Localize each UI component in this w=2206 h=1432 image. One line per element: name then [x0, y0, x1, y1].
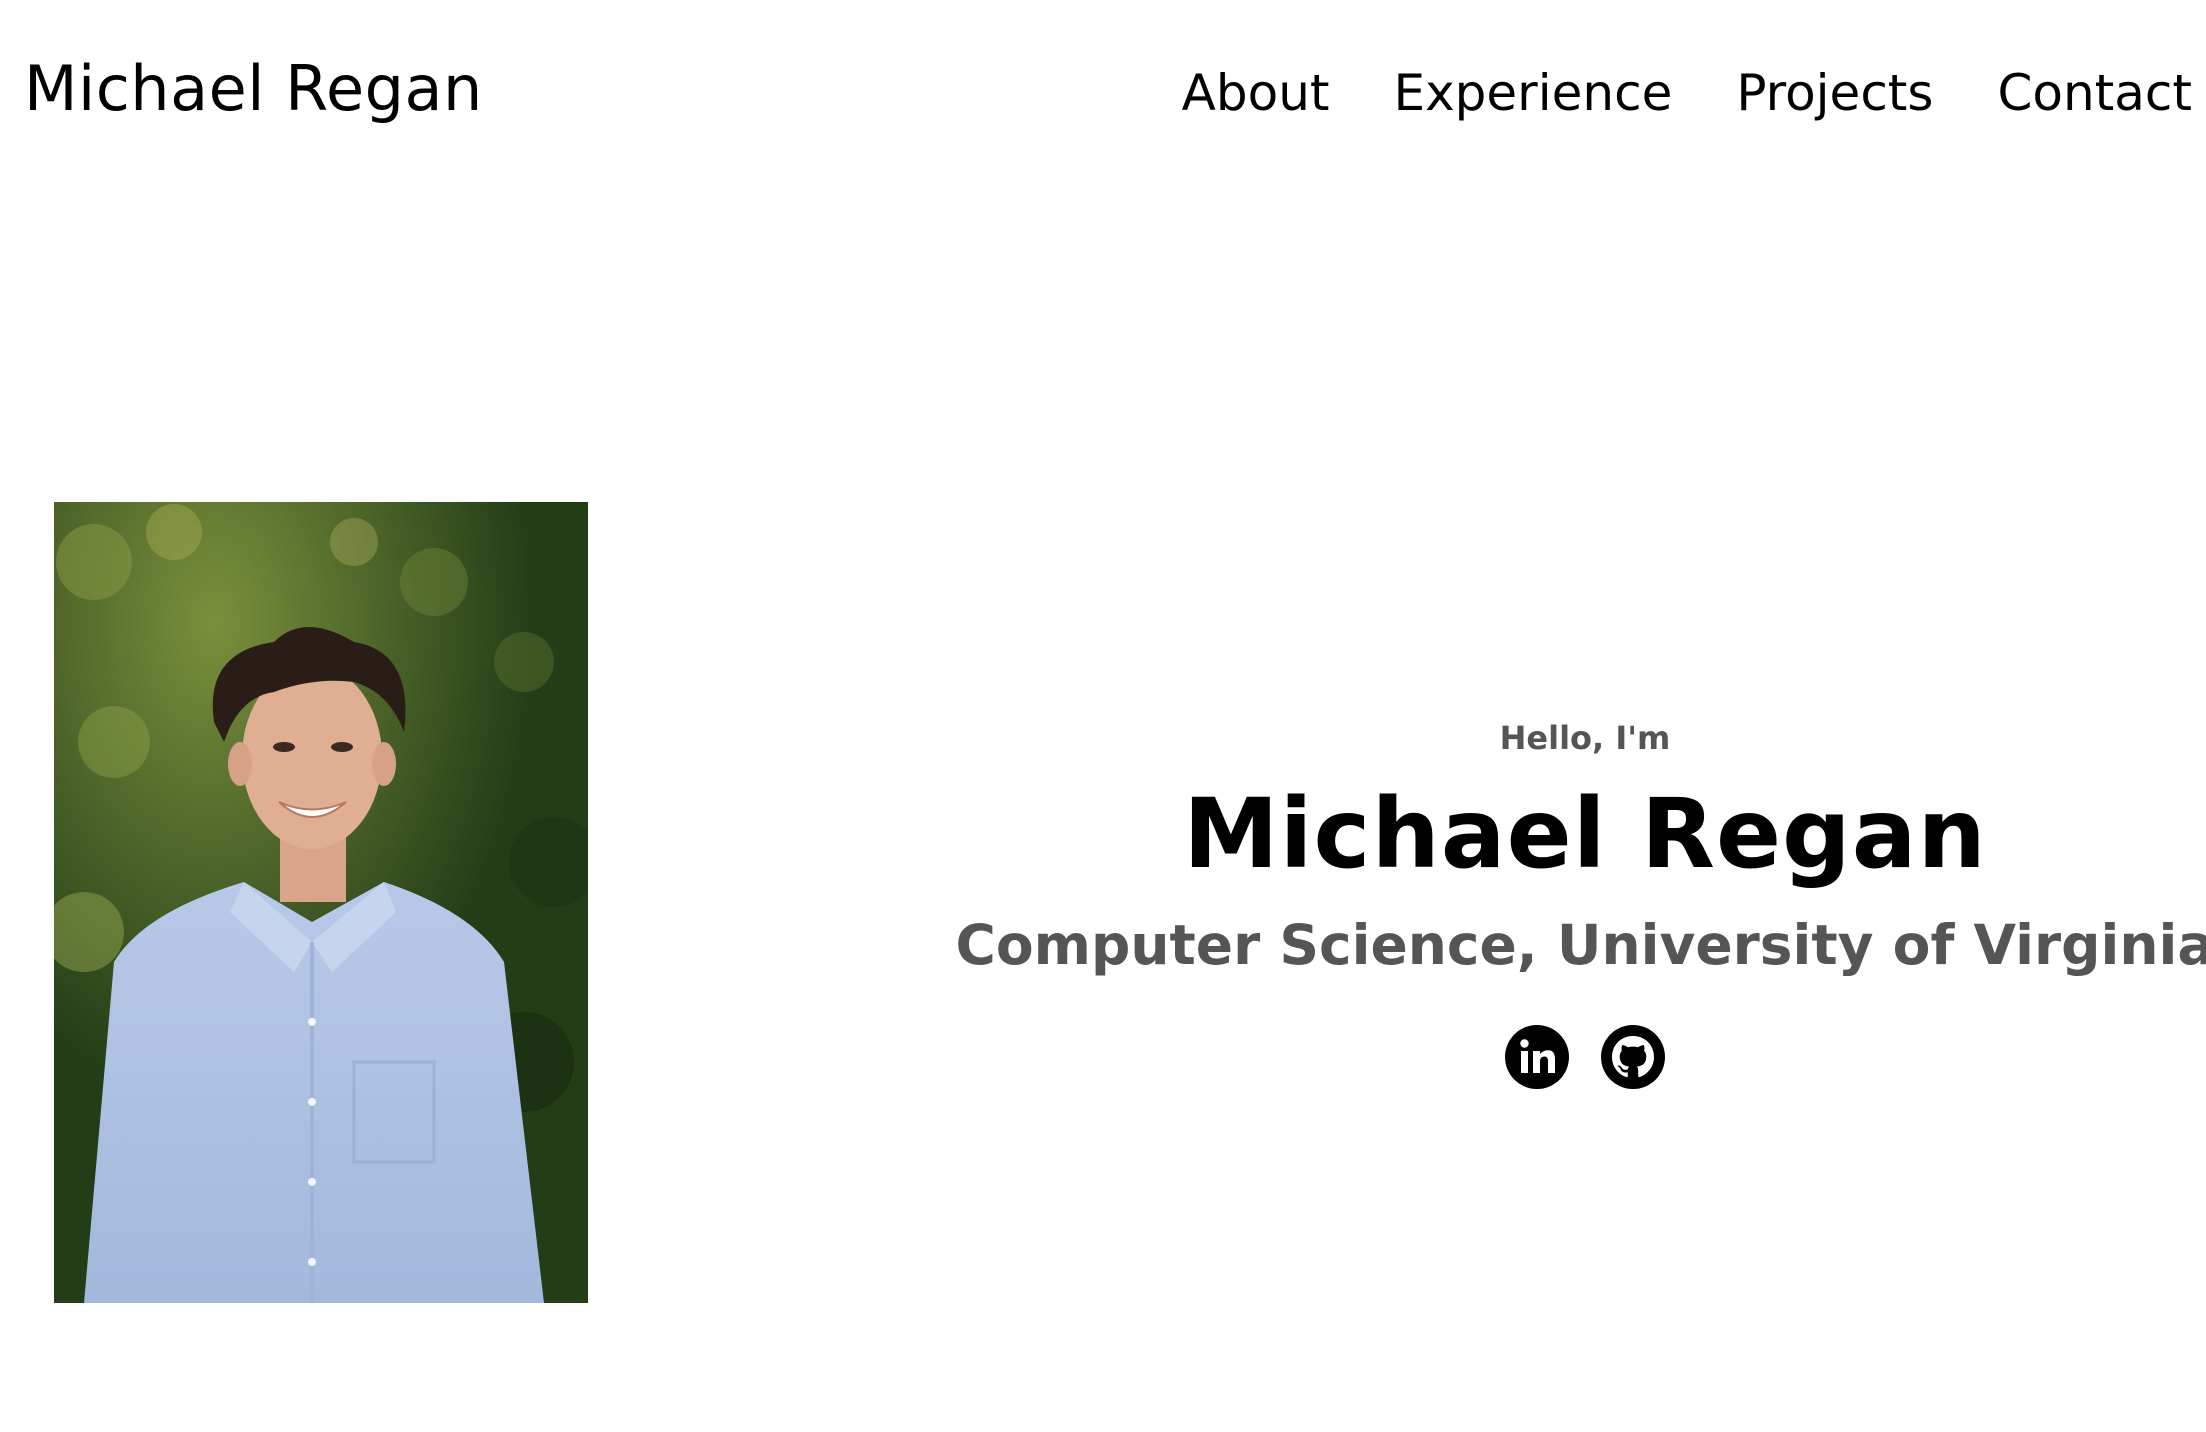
- nav-link-about[interactable]: About: [1182, 68, 1330, 118]
- linkedin-icon[interactable]: [1504, 1024, 1570, 1090]
- hero-subtitle: Computer Science, University of Virginia: [955, 913, 2206, 977]
- hero-greeting: Hello, I'm: [1499, 719, 1671, 757]
- social-links: [0, 1024, 2206, 1090]
- hero-name: Michael Regan: [1183, 778, 1987, 890]
- nav-link-experience[interactable]: Experience: [1394, 68, 1673, 118]
- nav-link-projects[interactable]: Projects: [1736, 68, 1933, 118]
- nav-link-contact[interactable]: Contact: [1997, 68, 2192, 118]
- github-icon[interactable]: [1600, 1024, 1666, 1090]
- main-nav: About Experience Projects Contact: [1182, 68, 2192, 118]
- profile-photo: [54, 502, 588, 1303]
- site-header: Michael Regan About Experience Projects …: [0, 0, 2206, 200]
- page: Michael Regan About Experience Projects …: [0, 0, 2206, 1432]
- logo-link[interactable]: Michael Regan: [24, 58, 483, 120]
